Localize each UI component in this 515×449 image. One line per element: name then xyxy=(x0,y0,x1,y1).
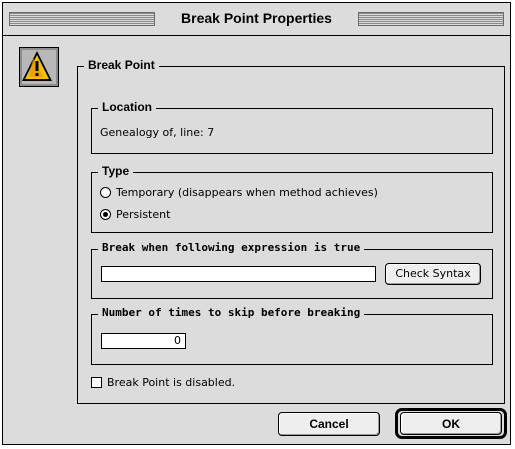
disabled-checkbox[interactable] xyxy=(91,377,102,388)
window-title: Break Point Properties xyxy=(3,10,510,26)
expression-group: Break when following expression is true … xyxy=(91,241,493,299)
skip-count-input[interactable]: 0 xyxy=(101,333,186,349)
check-syntax-button[interactable]: Check Syntax xyxy=(385,263,481,285)
type-group-label: Type xyxy=(98,164,134,178)
caution-icon xyxy=(19,47,59,87)
expression-input[interactable] xyxy=(101,266,376,282)
break-point-group-label: Break Point xyxy=(84,58,159,72)
title-bar[interactable]: Break Point Properties xyxy=(3,3,510,36)
location-group: Location Genealogy of, line: 7 xyxy=(91,100,493,154)
dialog-window: Break Point Properties Break Point Locat… xyxy=(2,2,511,445)
ok-button[interactable]: OK xyxy=(400,412,502,435)
location-value: Genealogy of, line: 7 xyxy=(100,126,215,139)
skip-group-label: Number of times to skip before breaking xyxy=(98,306,365,319)
radio-temporary-button[interactable] xyxy=(100,187,111,198)
radio-temporary-label: Temporary (disappears when method achiev… xyxy=(116,186,378,199)
radio-persistent-button[interactable] xyxy=(100,209,111,220)
disabled-checkbox-label: Break Point is disabled. xyxy=(107,376,236,389)
skip-group: Number of times to skip before breaking … xyxy=(91,306,493,365)
radio-persistent-label: Persistent xyxy=(116,208,171,221)
radio-persistent[interactable]: Persistent xyxy=(100,208,170,221)
radio-temporary[interactable]: Temporary (disappears when method achiev… xyxy=(100,186,378,199)
type-group: Type Temporary (disappears when method a… xyxy=(91,164,493,233)
break-point-group: Break Point Location Genealogy of, line:… xyxy=(77,58,505,404)
expression-group-label: Break when following expression is true xyxy=(98,241,365,254)
disabled-checkbox-row[interactable]: Break Point is disabled. xyxy=(91,376,235,389)
location-group-label: Location xyxy=(98,100,156,114)
cancel-button[interactable]: Cancel xyxy=(278,412,380,436)
